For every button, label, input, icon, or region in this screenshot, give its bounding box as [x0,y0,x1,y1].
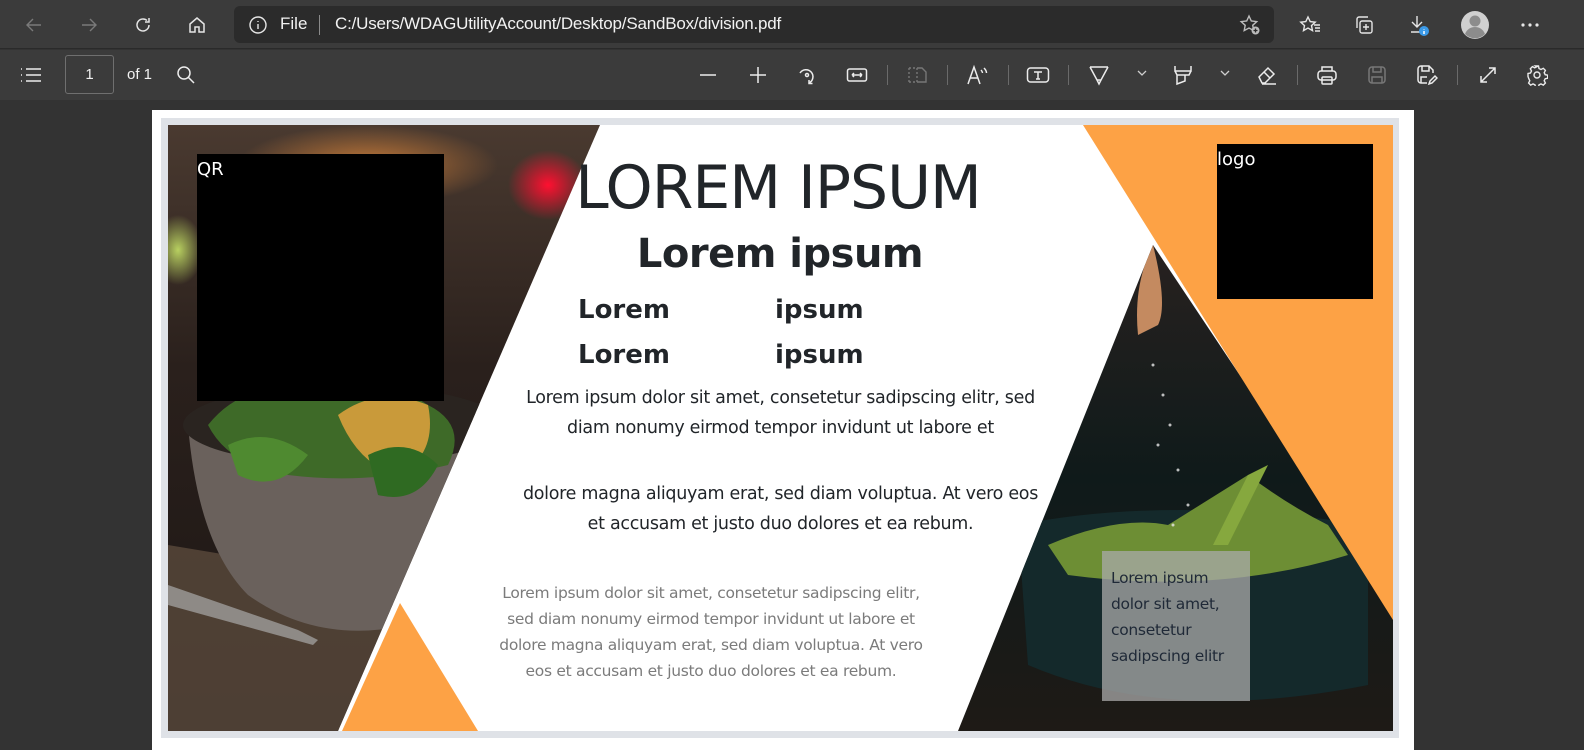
page-view-button[interactable] [901,59,933,91]
rotate-button[interactable] [791,59,823,91]
zoom-in-button[interactable] [742,59,774,91]
address-separator [319,15,320,35]
fullscreen-icon [1480,67,1496,83]
read-aloud-icon [967,64,988,85]
draw-icon [1089,66,1109,86]
toolbar-separator [1297,65,1298,85]
toolbar-separator [947,65,948,85]
grid-cell: ipsum [775,295,864,325]
settings-icon [1527,65,1548,86]
save-icon [1368,66,1386,84]
add-favorite-icon[interactable] [1238,13,1262,37]
fullscreen-button[interactable] [1472,59,1504,91]
fit-width-button[interactable] [841,59,873,91]
qr-label: QR [197,159,224,180]
collections-icon [1356,16,1373,34]
logo-placeholder: logo [1217,144,1373,299]
more-icon [1521,23,1539,27]
page-number-input[interactable]: 1 [65,55,114,94]
collections-button[interactable] [1346,7,1382,43]
zoom-out-button[interactable] [692,59,724,91]
draw-options-chevron-icon[interactable] [1136,67,1148,79]
contents-icon [21,68,41,82]
body-paragraph-1: Lorem ipsum dolor sit amet, consetetur s… [526,388,1035,438]
profile-avatar [1461,11,1489,39]
text-box-icon [1026,67,1050,83]
page-count: of 1 [127,66,153,83]
zoom-in-icon [750,67,766,83]
home-button[interactable] [179,7,215,43]
refresh-button[interactable] [125,7,161,43]
favorites-button[interactable] [1292,7,1328,43]
flyer-title: LOREM IPSUM [575,153,982,223]
scheme-label: File [280,14,308,33]
profile-button[interactable] [1457,7,1493,43]
search-button[interactable] [170,59,202,91]
flyer-subtitle: Lorem ipsum [636,231,924,277]
info-icon[interactable] [248,15,268,35]
save-button[interactable] [1361,59,1393,91]
rotate-icon [799,68,814,85]
body-paragraph-2: dolore magna aliquyam erat, sed diam vol… [522,484,1039,534]
save-as-icon [1417,65,1438,86]
toolbar-separator [1068,65,1069,85]
qr-placeholder: QR [197,154,444,401]
favorites-icon [1299,15,1320,32]
forward-button[interactable] [71,7,107,43]
print-button[interactable] [1311,59,1343,91]
print-icon [1317,66,1337,85]
highlight-icon [1174,66,1192,86]
search-icon [177,66,195,84]
toolbar-separator [887,65,888,85]
address-bar[interactable]: File C:/Users/WDAGUtilityAccount/Desktop… [234,6,1274,43]
save-as-button[interactable] [1411,59,1443,91]
downloads-button[interactable] [1401,7,1437,43]
url-text[interactable]: C:/Users/WDAGUtilityAccount/Desktop/Sand… [335,14,781,34]
muted-paragraph: Lorem ipsum dolor sit amet, consetetur s… [499,584,923,680]
back-button[interactable] [16,7,52,43]
browser-toolbar: File C:/Users/WDAGUtilityAccount/Desktop… [0,0,1584,49]
read-aloud-button[interactable] [962,59,994,91]
fit-width-icon [846,68,868,82]
pdf-toolbar: 1 of 1 [0,50,1584,100]
forward-icon [82,18,97,32]
draw-button[interactable] [1083,59,1115,91]
erase-icon [1258,66,1276,85]
grid-cell: Lorem [578,340,670,370]
caption-box: Lorem ipsum dolor sit amet, consetetur s… [1102,551,1250,701]
home-icon [189,17,205,33]
downloads-icon [1411,16,1429,36]
grid-cell: Lorem [578,295,670,325]
flyer-canvas: QR logo LOREM IPSUM Lorem ipsum Lorem ip… [168,125,1393,731]
highlight-options-chevron-icon[interactable] [1219,67,1231,79]
grid-cell: ipsum [775,340,864,370]
contents-button[interactable] [15,59,47,91]
highlight-button[interactable] [1167,59,1199,91]
text-box-button[interactable] [1022,59,1054,91]
refresh-icon [136,18,150,32]
toolbar-separator [1008,65,1009,85]
toolbar-separator [1457,65,1458,85]
erase-button[interactable] [1251,59,1283,91]
more-button[interactable] [1512,7,1548,43]
settings-button[interactable] [1521,59,1553,91]
zoom-out-icon [700,74,716,76]
back-icon [26,18,41,32]
logo-label: logo [1217,149,1256,170]
page-view-icon [908,67,927,83]
